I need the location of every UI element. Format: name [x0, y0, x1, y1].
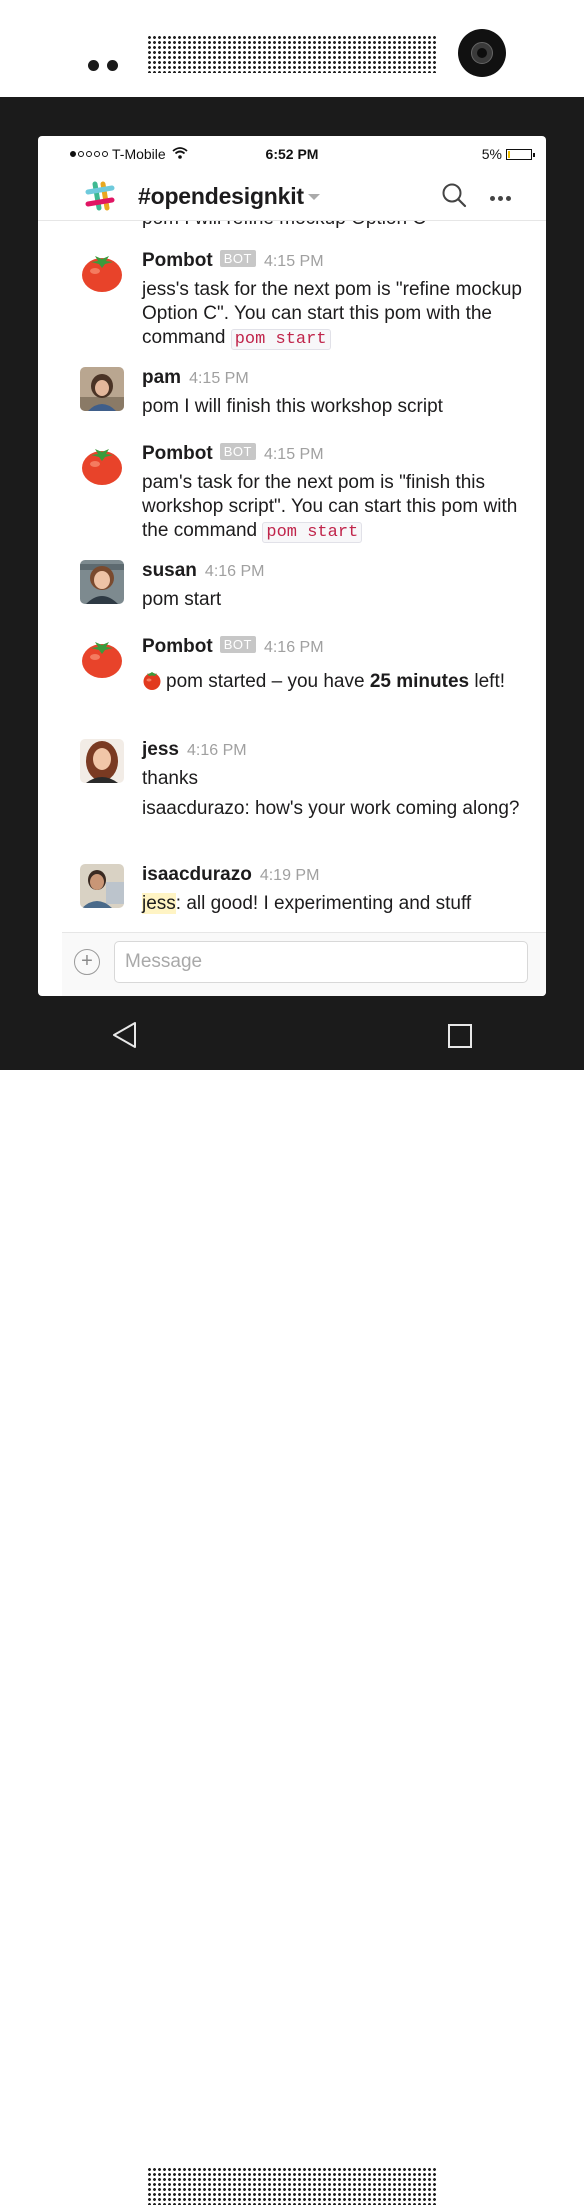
inline-code: pom start [230, 329, 331, 350]
message-body: pam's task for the next pom is "finish t… [142, 472, 518, 543]
message-body: thanks isaacdurazo: how's your work comi… [142, 767, 542, 821]
message-time: 4:19 PM [259, 867, 320, 884]
author-name[interactable]: isaacdurazo [142, 864, 252, 885]
app-screen: T-Mobile 6:52 PM 5% #opendesignkit Pombo… [38, 136, 546, 996]
sensor-dots [88, 58, 126, 76]
author-name[interactable]: susan [142, 560, 197, 581]
status-time: 6:52 PM [265, 146, 319, 162]
pam-avatar[interactable] [80, 367, 124, 411]
slack-logo-icon [85, 181, 115, 211]
add-attachment-button[interactable]: + [74, 949, 100, 975]
bot-badge: BOT [219, 250, 256, 267]
isaac-avatar[interactable] [80, 864, 124, 908]
tomato-avatar-icon [82, 642, 122, 678]
author-name[interactable]: Pombot [142, 250, 213, 271]
message-body: jess: all good! I experimenting and stuf… [142, 893, 472, 914]
author-name[interactable]: Pombot [142, 443, 213, 464]
battery-percent: 5% [481, 146, 502, 162]
message-line: isaacdurazo: how's your work coming alon… [142, 798, 520, 819]
phone-top-bezel [0, 0, 584, 97]
message-input[interactable] [114, 941, 528, 983]
message-time: 4:16 PM [186, 742, 247, 759]
channel-header: #opendesignkit [38, 172, 546, 221]
jess-avatar[interactable] [80, 739, 124, 783]
search-icon[interactable] [441, 182, 467, 208]
message-composer: + [62, 932, 546, 996]
user-mention[interactable]: jess [142, 893, 176, 914]
message-body: pom start [142, 589, 222, 610]
message-body: jess's task for the next pom is "refine … [142, 279, 522, 350]
earpiece-speaker [147, 35, 437, 73]
message-time: 4:15 PM [263, 253, 324, 270]
message-line: thanks [142, 768, 198, 789]
message-body: pom started – you have 25 minutes left! [142, 670, 542, 694]
message-time: 4:15 PM [189, 370, 249, 387]
battery-icon [506, 148, 535, 160]
author-name[interactable]: jess [142, 739, 179, 760]
more-options-icon[interactable] [490, 194, 514, 203]
susan-avatar[interactable] [80, 560, 124, 604]
tomato-emoji-icon [143, 672, 161, 690]
chevron-down-icon[interactable] [308, 194, 320, 200]
tomato-avatar-icon [82, 256, 122, 292]
phone-bottom-bezel [0, 1070, 584, 2205]
channel-name[interactable]: #opendesignkit [138, 183, 304, 210]
message-body: pom I will finish this workshop script [142, 396, 443, 417]
back-nav-icon[interactable] [112, 1021, 138, 1049]
tomato-avatar-icon [82, 449, 122, 485]
status-bar: T-Mobile 6:52 PM 5% [38, 136, 546, 172]
message-time: 4:15 PM [263, 446, 324, 463]
message-list[interactable]: pom I will refine mockup Option C Pombot… [38, 208, 546, 932]
author-name[interactable]: pam [142, 367, 181, 388]
bold-duration: 25 minutes [369, 671, 470, 692]
message-time: 4:16 PM [204, 563, 265, 580]
inline-code: pom start [262, 522, 363, 543]
author-name[interactable]: Pombot [142, 636, 213, 657]
overview-nav-icon[interactable] [448, 1024, 472, 1048]
bot-badge: BOT [219, 443, 256, 460]
bottom-speaker [147, 2167, 437, 2205]
front-camera-icon [458, 29, 506, 77]
message-time: 4:16 PM [263, 639, 324, 656]
bot-badge: BOT [219, 636, 256, 653]
